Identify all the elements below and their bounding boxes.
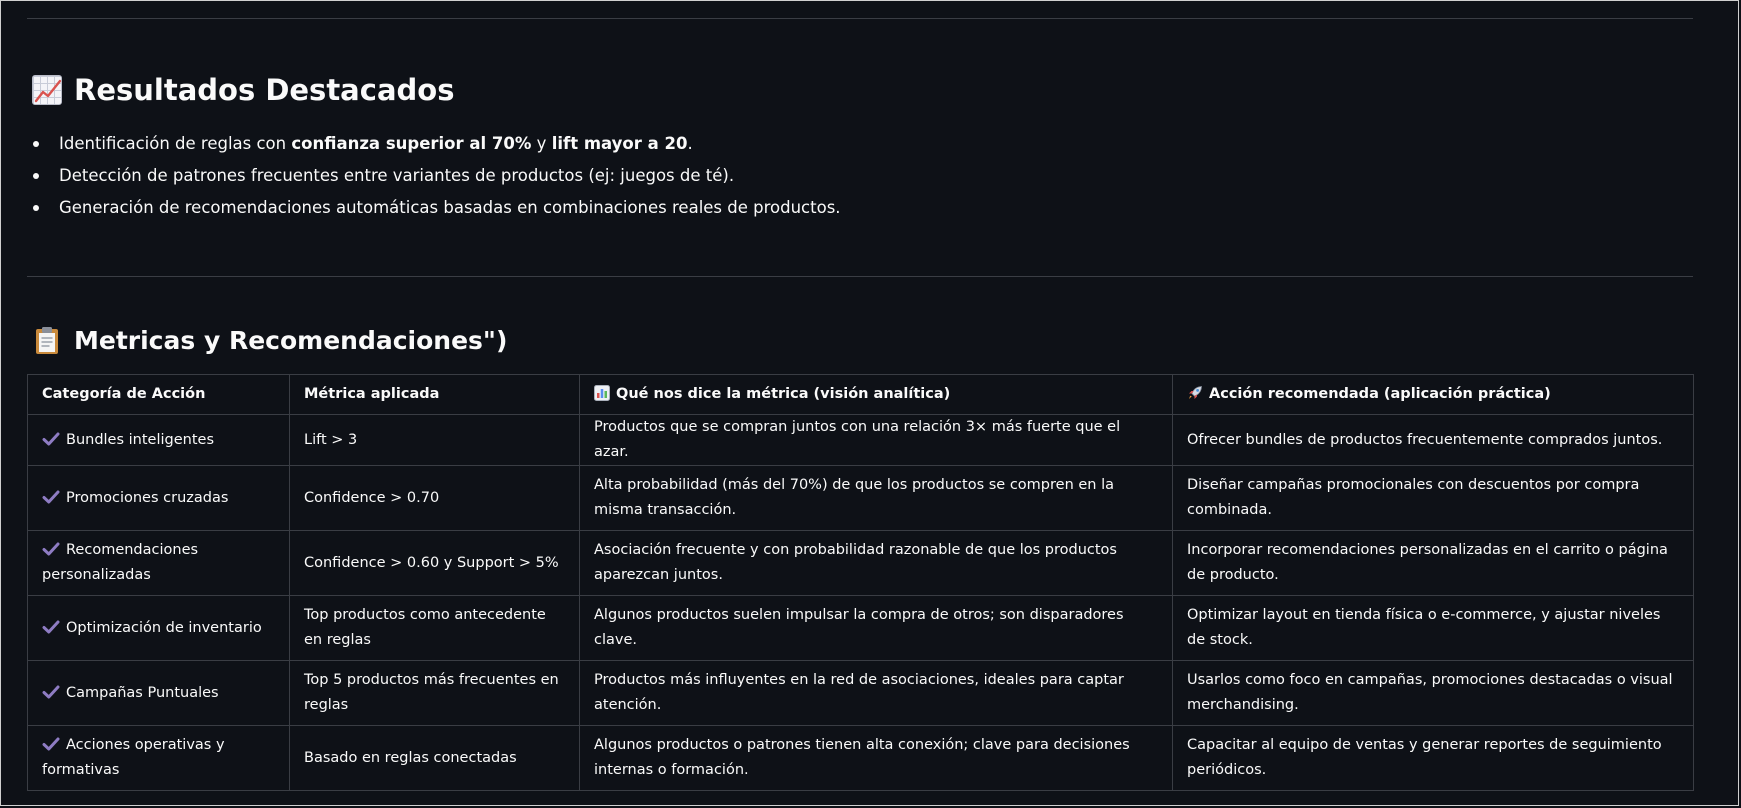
cell-accion: Optimizar layout en tienda física o e-co… [1172,595,1694,661]
chart-increasing-icon [32,75,62,105]
cell-vision: Asociación frecuente y con probabilidad … [579,530,1173,596]
section-title: Resultados Destacados [74,73,455,107]
cell-accion: Capacitar al equipo de ventas y generar … [1172,725,1694,791]
cell-accion: Incorporar recomendaciones personalizada… [1172,530,1694,596]
cell-metrica: Confidence > 0.70 [289,465,580,531]
section-heading-metricas: Metricas y Recomendaciones") [32,321,507,359]
section-title: Metricas y Recomendaciones") [74,325,508,355]
list-item: Detección de patrones frecuentes entre v… [32,160,841,192]
cell-metrica: Confidence > 0.60 y Support > 5% [289,530,580,596]
cell-categoria: Campañas Puntuales [27,660,290,726]
cell-vision: Algunos productos o patrones tienen alta… [579,725,1173,791]
cell-accion: Diseñar campañas promocionales con descu… [1172,465,1694,531]
table-row: Promociones cruzadas Confidence > 0.70 A… [27,465,1694,531]
cell-categoria: Promociones cruzadas [27,465,290,531]
check-mark-icon [42,685,60,698]
check-mark-icon [42,542,60,556]
cell-vision: Productos más influyentes en la red de a… [579,660,1173,726]
column-header-accion: Acción recomendada (aplicación práctica) [1172,374,1694,415]
check-mark-icon [42,432,60,445]
clipboard-icon [32,325,62,355]
section-heading-resultados: Resultados Destacados [32,70,454,110]
table-row: Campañas Puntuales Top 5 productos más f… [27,660,1694,726]
metrics-table: Categoría de Acción Métrica aplicada Qué… [27,374,1694,791]
column-header-vision: Qué nos dice la métrica (visión analític… [579,374,1173,415]
cell-vision: Alta probabilidad (más del 70%) de que l… [579,465,1173,531]
list-item: Identificación de reglas con confianza s… [32,128,841,160]
divider-top [27,18,1693,19]
cell-accion: Usarlos como foco en campañas, promocion… [1172,660,1694,726]
rocket-icon [1189,386,1202,399]
check-mark-icon [42,490,60,503]
highlights-list: Identificación de reglas con confianza s… [32,128,841,224]
check-mark-icon [42,737,60,751]
cell-categoria: Bundles inteligentes [27,414,290,466]
cell-accion: Ofrecer bundles de productos frecuenteme… [1172,414,1694,466]
check-mark-icon [42,620,60,633]
column-header-categoria: Categoría de Acción [27,374,290,415]
cell-categoria: Acciones operativas y formativas [27,725,290,791]
cell-vision: Productos que se compran juntos con una … [579,414,1173,466]
cell-metrica: Top 5 productos más frecuentes en reglas [289,660,580,726]
table-row: Optimización de inventario Top productos… [27,595,1694,661]
cell-metrica: Basado en reglas conectadas [289,725,580,791]
table-row: Recomendaciones personalizadas Confidenc… [27,530,1694,596]
table-header-row: Categoría de Acción Métrica aplicada Qué… [27,374,1694,415]
bar-chart-icon [594,385,610,401]
table-row: Bundles inteligentes Lift > 3 Productos … [27,414,1694,466]
cell-metrica: Lift > 3 [289,414,580,466]
list-item: Generación de recomendaciones automática… [32,192,841,224]
table-row: Acciones operativas y formativas Basado … [27,725,1694,791]
cell-vision: Algunos productos suelen impulsar la com… [579,595,1173,661]
divider-middle [27,276,1693,277]
cell-categoria: Recomendaciones personalizadas [27,530,290,596]
column-header-metrica: Métrica aplicada [289,374,580,415]
cell-categoria: Optimización de inventario [27,595,290,661]
cell-metrica: Top productos como antecedente en reglas [289,595,580,661]
